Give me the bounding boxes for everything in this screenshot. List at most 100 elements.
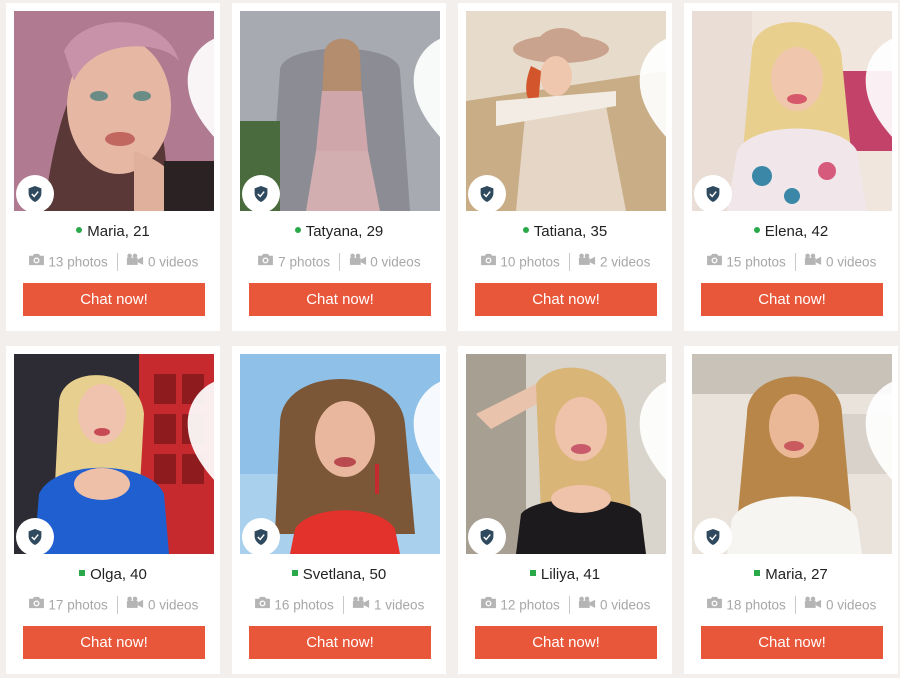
- camera-icon: [480, 596, 497, 612]
- profile-card[interactable]: Maria, 21 13 photos 0 videos Chat now!: [6, 3, 220, 331]
- profile-name: Svetlana, 50: [302, 566, 387, 583]
- profile-media-row: 7 photos 0 videos: [232, 253, 446, 272]
- profile-card[interactable]: Liliya, 41 12 photos 0 videos Chat now!: [458, 346, 672, 674]
- photos-count[interactable]: 18 photos: [726, 598, 785, 613]
- profile-name-row: Maria, 21: [6, 223, 220, 240]
- shield-check-icon: [694, 518, 732, 556]
- heart-icon[interactable]: [180, 19, 214, 137]
- photos-count[interactable]: 13 photos: [48, 255, 107, 270]
- profile-media-row: 10 photos 2 videos: [458, 253, 672, 272]
- online-dot-icon: [754, 570, 761, 577]
- video-camera-icon: [578, 596, 596, 612]
- divider: [794, 253, 796, 271]
- profile-name: Olga, 40: [90, 566, 147, 583]
- profile-name: Maria, 27: [765, 566, 828, 583]
- video-camera-icon: [352, 596, 370, 612]
- profile-name: Tatyana, 29: [305, 223, 384, 240]
- divider: [794, 596, 796, 614]
- online-dot-icon: [291, 570, 298, 577]
- profile-name-row: Olga, 40: [6, 566, 220, 583]
- videos-count[interactable]: 0 videos: [826, 598, 876, 613]
- profile-name: Elena, 42: [764, 223, 829, 240]
- videos-count[interactable]: 0 videos: [148, 598, 198, 613]
- profile-name-row: Elena, 42: [684, 223, 898, 240]
- shield-check-icon: [242, 518, 280, 556]
- divider: [116, 253, 118, 271]
- profile-name: Tatiana, 35: [533, 223, 608, 240]
- heart-icon[interactable]: [406, 19, 440, 137]
- videos-count[interactable]: 0 videos: [826, 255, 876, 270]
- videos-count[interactable]: 0 videos: [148, 255, 198, 270]
- video-camera-icon: [804, 253, 822, 269]
- heart-icon[interactable]: [632, 362, 666, 480]
- online-dot-icon: [522, 227, 529, 234]
- profile-media-row: 15 photos 0 videos: [684, 253, 898, 272]
- chat-now-button[interactable]: Chat now!: [701, 626, 883, 659]
- online-dot-icon: [79, 570, 86, 577]
- video-camera-icon: [126, 253, 144, 269]
- online-dot-icon: [76, 227, 83, 234]
- profile-name-row: Tatyana, 29: [232, 223, 446, 240]
- divider: [338, 253, 340, 271]
- videos-count[interactable]: 0 videos: [600, 598, 650, 613]
- chat-now-button[interactable]: Chat now!: [23, 283, 205, 316]
- heart-icon[interactable]: [858, 19, 892, 137]
- profile-name-row: Maria, 27: [684, 566, 898, 583]
- chat-now-button[interactable]: Chat now!: [475, 283, 657, 316]
- shield-check-icon: [16, 518, 54, 556]
- video-camera-icon: [349, 253, 367, 269]
- heart-icon[interactable]: [180, 362, 214, 480]
- photos-count[interactable]: 17 photos: [48, 598, 107, 613]
- profile-name: Maria, 21: [87, 223, 150, 240]
- shield-check-icon: [694, 175, 732, 213]
- shield-check-icon: [468, 518, 506, 556]
- photos-count[interactable]: 10 photos: [500, 255, 559, 270]
- camera-icon: [254, 596, 271, 612]
- heart-icon[interactable]: [632, 19, 666, 137]
- profile-media-row: 18 photos 0 videos: [684, 596, 898, 615]
- profile-card[interactable]: Olga, 40 17 photos 0 videos Chat now!: [6, 346, 220, 674]
- profile-grid: Maria, 21 13 photos 0 videos Chat now! T…: [0, 0, 900, 678]
- camera-icon: [706, 253, 723, 269]
- profile-name-row: Svetlana, 50: [232, 566, 446, 583]
- photos-count[interactable]: 7 photos: [278, 255, 330, 270]
- photos-count[interactable]: 12 photos: [500, 598, 559, 613]
- chat-now-button[interactable]: Chat now!: [475, 626, 657, 659]
- online-dot-icon: [294, 227, 301, 234]
- profile-name-row: Tatiana, 35: [458, 223, 672, 240]
- videos-count[interactable]: 2 videos: [600, 255, 650, 270]
- camera-icon: [257, 253, 274, 269]
- chat-now-button[interactable]: Chat now!: [701, 283, 883, 316]
- chat-now-button[interactable]: Chat now!: [249, 283, 431, 316]
- divider: [568, 596, 570, 614]
- video-camera-icon: [126, 596, 144, 612]
- divider: [342, 596, 344, 614]
- shield-check-icon: [16, 175, 54, 213]
- videos-count[interactable]: 0 videos: [370, 255, 420, 270]
- videos-count[interactable]: 1 videos: [374, 598, 424, 613]
- photos-count[interactable]: 15 photos: [726, 255, 785, 270]
- profile-card[interactable]: Tatiana, 35 10 photos 2 videos Chat now!: [458, 3, 672, 331]
- heart-icon[interactable]: [406, 362, 440, 480]
- profile-media-row: 12 photos 0 videos: [458, 596, 672, 615]
- profile-card[interactable]: Maria, 27 18 photos 0 videos Chat now!: [684, 346, 898, 674]
- online-dot-icon: [529, 570, 536, 577]
- online-dot-icon: [753, 227, 760, 234]
- chat-now-button[interactable]: Chat now!: [249, 626, 431, 659]
- camera-icon: [706, 596, 723, 612]
- camera-icon: [28, 253, 45, 269]
- shield-check-icon: [242, 175, 280, 213]
- divider: [568, 253, 570, 271]
- video-camera-icon: [578, 253, 596, 269]
- camera-icon: [480, 253, 497, 269]
- profile-name: Liliya, 41: [540, 566, 601, 583]
- profile-card[interactable]: Tatyana, 29 7 photos 0 videos Chat now!: [232, 3, 446, 331]
- shield-check-icon: [468, 175, 506, 213]
- profile-card[interactable]: Svetlana, 50 16 photos 1 videos Chat now…: [232, 346, 446, 674]
- profile-card[interactable]: Elena, 42 15 photos 0 videos Chat now!: [684, 3, 898, 331]
- chat-now-button[interactable]: Chat now!: [23, 626, 205, 659]
- video-camera-icon: [804, 596, 822, 612]
- heart-icon[interactable]: [858, 362, 892, 480]
- photos-count[interactable]: 16 photos: [274, 598, 333, 613]
- profile-name-row: Liliya, 41: [458, 566, 672, 583]
